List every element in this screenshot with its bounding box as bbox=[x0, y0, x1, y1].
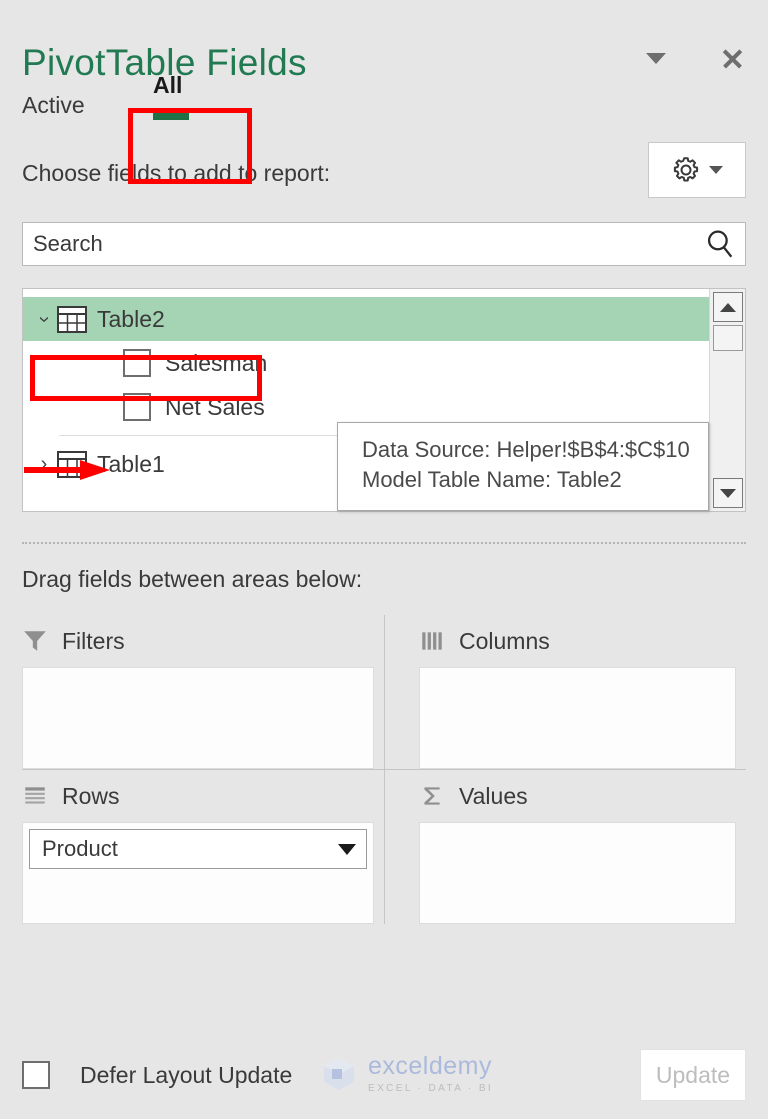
scroll-up-button[interactable] bbox=[713, 292, 743, 322]
area-filters-header: Filters bbox=[22, 615, 384, 667]
chevron-expanded-icon[interactable]: › bbox=[33, 306, 56, 332]
area-columns-label: Columns bbox=[459, 627, 550, 654]
area-filters-label: Filters bbox=[62, 627, 125, 654]
scrollbar-thumb[interactable] bbox=[713, 325, 743, 351]
defer-layout-update-label: Defer Layout Update bbox=[80, 1061, 293, 1088]
field-list-table-table2[interactable]: › Table2 bbox=[23, 297, 709, 341]
drag-fields-label: Drag fields between areas below: bbox=[22, 566, 363, 592]
pane-footer: Defer Layout Update Update bbox=[22, 1049, 746, 1101]
filter-funnel-icon bbox=[24, 631, 46, 651]
field-checkbox-net-sales[interactable] bbox=[123, 393, 151, 421]
area-rows[interactable]: Rows Product bbox=[22, 769, 384, 924]
area-columns[interactable]: Columns bbox=[384, 615, 746, 769]
field-list-tools-button[interactable] bbox=[648, 142, 746, 198]
field-list-table-label: Table1 bbox=[97, 450, 165, 477]
tab-all-underline bbox=[153, 113, 189, 120]
tab-active[interactable]: Active bbox=[22, 92, 85, 125]
sigma-icon bbox=[424, 787, 440, 805]
field-pill-product[interactable]: Product bbox=[29, 829, 367, 869]
field-tooltip: Data Source: Helper!$B$4:$C$10 Model Tab… bbox=[337, 422, 709, 511]
close-button[interactable] bbox=[718, 44, 746, 72]
window-controls bbox=[642, 44, 746, 72]
tooltip-line-data-source: Data Source: Helper!$B$4:$C$10 bbox=[362, 437, 690, 462]
field-checkbox-salesman[interactable] bbox=[123, 349, 151, 377]
defer-layout-update-row[interactable]: Defer Layout Update bbox=[22, 1061, 292, 1089]
field-label-net-sales: Net Sales bbox=[165, 393, 265, 420]
columns-icon bbox=[422, 632, 442, 650]
area-columns-dropzone[interactable] bbox=[419, 667, 736, 769]
tooltip-line-model-table-name: Model Table Name: Table2 bbox=[362, 467, 622, 493]
table-icon bbox=[57, 305, 87, 333]
pivottable-fields-pane: PivotTable Fields Active All Choose fiel… bbox=[0, 0, 768, 1119]
table-icon bbox=[57, 450, 87, 478]
field-label-salesman: Salesman bbox=[165, 349, 268, 376]
area-rows-header: Rows bbox=[22, 770, 384, 822]
search-input[interactable] bbox=[23, 231, 703, 257]
chevron-down-icon bbox=[646, 52, 666, 64]
tab-all[interactable]: All bbox=[153, 72, 189, 120]
area-filters[interactable]: Filters bbox=[22, 615, 384, 769]
pane-header: PivotTable Fields bbox=[22, 0, 746, 92]
chevron-down-icon bbox=[709, 166, 723, 174]
scroll-down-button[interactable] bbox=[713, 478, 743, 508]
area-values-label: Values bbox=[459, 782, 528, 809]
field-list-item-salesman[interactable]: Salesman bbox=[23, 341, 709, 385]
update-button[interactable]: Update bbox=[640, 1049, 746, 1101]
area-columns-header: Columns bbox=[419, 615, 746, 667]
search-box[interactable] bbox=[22, 222, 746, 266]
gear-icon bbox=[673, 157, 699, 182]
choose-fields-row: Choose fields to add to report: bbox=[22, 142, 746, 208]
defer-layout-update-checkbox[interactable] bbox=[22, 1061, 50, 1089]
chevron-down-icon[interactable] bbox=[338, 843, 356, 855]
scroll-up-icon bbox=[720, 302, 736, 312]
area-values-header: Values bbox=[419, 770, 746, 822]
chevron-collapsed-icon[interactable]: › bbox=[31, 453, 57, 476]
area-values-dropzone[interactable] bbox=[419, 822, 736, 924]
area-values[interactable]: Values bbox=[384, 769, 746, 924]
field-scope-tabs: Active All bbox=[22, 72, 746, 148]
area-rows-label: Rows bbox=[62, 782, 120, 809]
choose-fields-label: Choose fields to add to report: bbox=[22, 160, 331, 186]
field-list-table-label: Table2 bbox=[97, 305, 165, 332]
area-filters-dropzone[interactable] bbox=[22, 667, 374, 769]
tab-all-label: All bbox=[153, 72, 183, 98]
pane-menu-button[interactable] bbox=[642, 44, 670, 72]
field-list-scrollbar[interactable] bbox=[709, 289, 745, 511]
close-icon bbox=[720, 46, 744, 70]
scroll-down-icon bbox=[720, 488, 736, 498]
drop-areas-grid: Filters Columns Rows Product Values bbox=[22, 615, 746, 924]
area-rows-dropzone[interactable]: Product bbox=[22, 822, 374, 924]
section-divider bbox=[22, 542, 746, 544]
rows-icon bbox=[25, 787, 45, 804]
field-pill-label: Product bbox=[42, 836, 118, 861]
search-icon bbox=[707, 230, 733, 258]
